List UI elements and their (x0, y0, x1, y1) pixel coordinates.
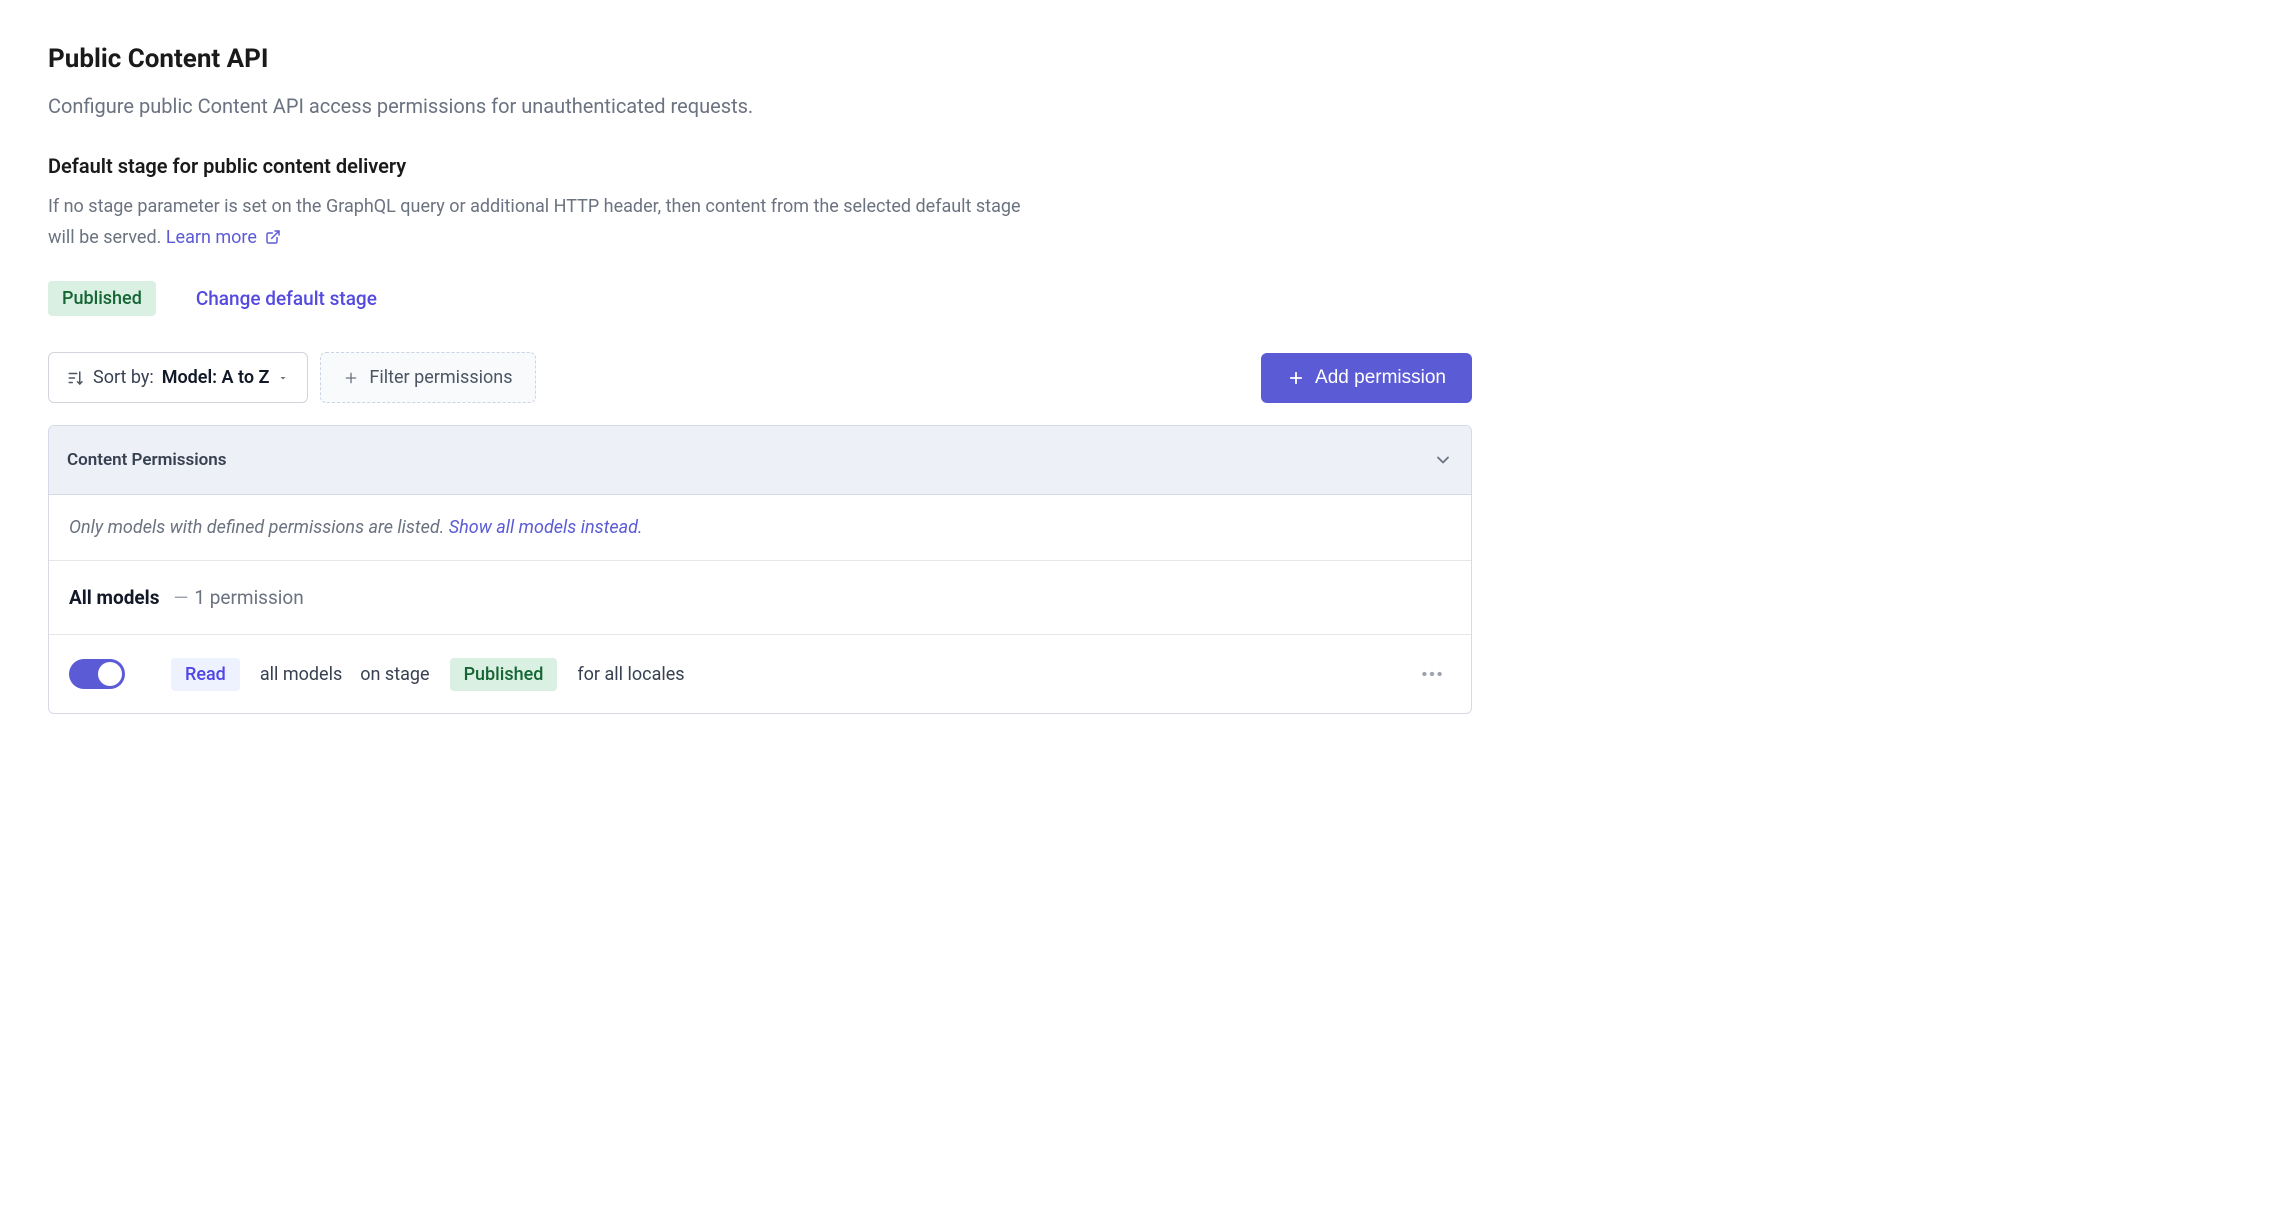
panel-info-text: Only models with defined permissions are… (69, 517, 449, 538)
content-permissions-panel: Content Permissions Only models with def… (48, 425, 1472, 714)
permission-row: Read all models on stage Published for a… (49, 635, 1471, 713)
content-permissions-header[interactable]: Content Permissions (49, 426, 1471, 495)
panel-summary: All models — 1 permission (49, 561, 1471, 635)
perm-scope: all models (260, 664, 342, 685)
default-stage-heading: Default stage for public content deliver… (48, 154, 1472, 178)
filter-permissions-button[interactable]: Filter permissions (320, 352, 535, 403)
page-subtitle: Configure public Content API access perm… (48, 94, 1472, 118)
plus-icon (1287, 369, 1305, 387)
caret-down-icon (277, 372, 289, 384)
summary-count: 1 permission (194, 586, 303, 609)
show-all-models-link[interactable]: Show all models instead. (449, 517, 643, 538)
chevron-down-icon (1433, 450, 1453, 470)
filter-label: Filter permissions (369, 367, 512, 388)
page-title: Public Content API (48, 44, 1472, 74)
plus-icon (343, 370, 359, 386)
summary-dash: — (173, 586, 188, 609)
external-link-icon (265, 229, 281, 245)
stage-chip-published: Published (450, 658, 558, 691)
toolbar: Sort by: Model: A to Z Filter permission… (48, 352, 1472, 403)
learn-more-label: Learn more (166, 227, 257, 248)
add-permission-button[interactable]: Add permission (1261, 353, 1472, 403)
add-permission-label: Add permission (1315, 367, 1446, 389)
sort-value: Model: A to Z (162, 367, 270, 388)
change-default-stage-link[interactable]: Change default stage (196, 287, 377, 310)
learn-more-link[interactable]: Learn more (166, 227, 282, 248)
published-badge: Published (48, 281, 156, 316)
action-chip-read: Read (171, 658, 240, 691)
sort-icon (67, 369, 85, 387)
perm-stage-prefix: on stage (360, 664, 429, 685)
panel-title: Content Permissions (67, 450, 227, 470)
summary-label: All models (69, 586, 159, 609)
default-stage-row: Published Change default stage (48, 281, 1472, 316)
more-actions-button[interactable] (1413, 655, 1451, 693)
perm-locales: for all locales (577, 664, 684, 685)
panel-info: Only models with defined permissions are… (49, 495, 1471, 561)
sort-button[interactable]: Sort by: Model: A to Z (48, 352, 308, 403)
default-stage-description: If no stage parameter is set on the Grap… (48, 192, 1028, 253)
sort-prefix: Sort by: (93, 367, 154, 388)
permission-toggle[interactable] (69, 659, 125, 689)
toggle-knob (98, 662, 122, 686)
